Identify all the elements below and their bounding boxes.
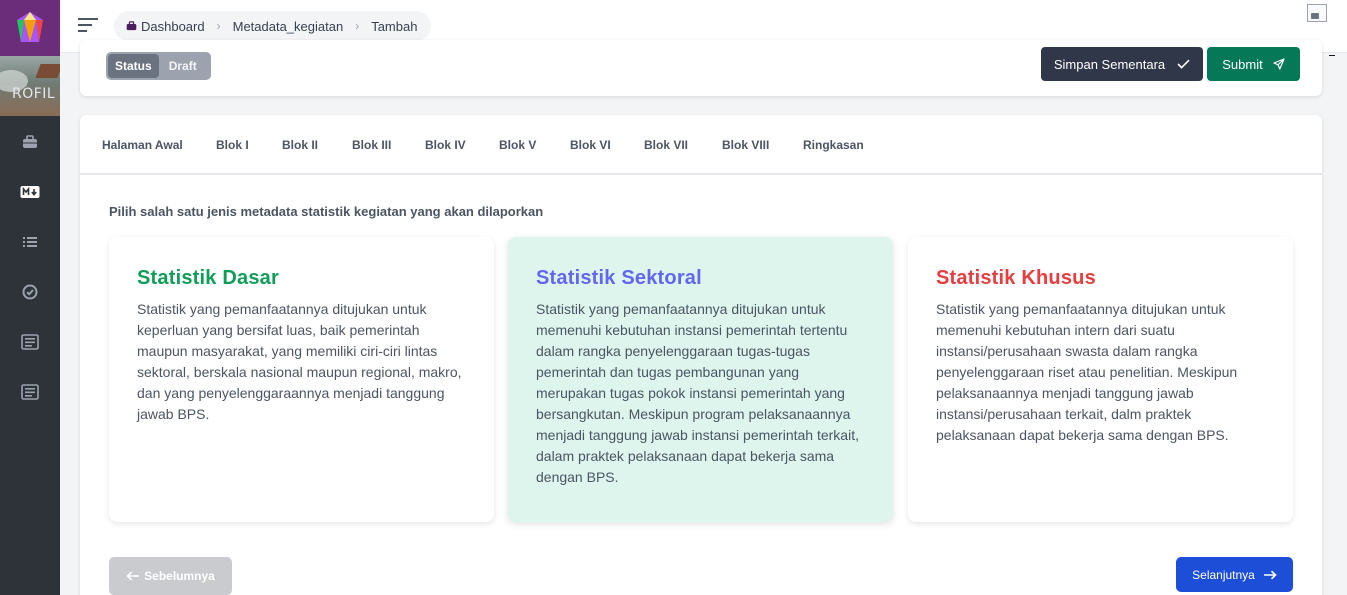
- previous-label: Sebelumnya: [144, 569, 215, 583]
- sidebar-item-briefcase[interactable]: [0, 127, 60, 157]
- submit-label: Submit: [1222, 56, 1263, 72]
- tab-blok-i[interactable]: Blok I: [216, 138, 249, 152]
- arrow-right-icon: [1263, 570, 1277, 579]
- banner-text: ROFIL: [12, 86, 56, 102]
- option-description: Statistik yang pemanfaatannya ditujukan …: [536, 301, 859, 485]
- option-description: Statistik yang pemanfaatannya ditujukan …: [936, 301, 1238, 443]
- option-statistik-sektoral[interactable]: Statistik Sektoral Statistik yang pemanf…: [508, 237, 893, 522]
- option-description: Statistik yang pemanfaatannya ditujukan …: [137, 301, 462, 422]
- tab-blok-v[interactable]: Blok V: [499, 138, 536, 152]
- previous-button[interactable]: Sebelumnya: [109, 557, 232, 595]
- document-icon: [21, 384, 39, 400]
- arrow-left-icon: [126, 571, 140, 581]
- status-label: Status: [108, 54, 159, 78]
- option-title: Statistik Sektoral: [536, 267, 702, 289]
- tab-blok-iii[interactable]: Blok III: [352, 138, 391, 152]
- briefcase-icon: [23, 135, 37, 148]
- app-logo[interactable]: [0, 0, 60, 56]
- broken-image-icon: [1311, 13, 1319, 19]
- tab-blok-viii[interactable]: Blok VIII: [722, 138, 769, 152]
- tab-blok-ii[interactable]: Blok II: [282, 138, 318, 152]
- send-icon: [1273, 58, 1285, 70]
- sidebar-item-list[interactable]: [0, 227, 60, 257]
- tab-ringkasan[interactable]: Ringkasan: [803, 138, 864, 152]
- submit-button[interactable]: Submit: [1207, 47, 1300, 81]
- briefcase-icon: [126, 21, 137, 31]
- gem-logo-icon: [17, 12, 43, 42]
- tab-halaman-awal[interactable]: Halaman Awal: [102, 138, 183, 152]
- chevron-right-icon: ›: [216, 19, 221, 33]
- check-circle-icon: [22, 284, 38, 300]
- option-title: Statistik Khusus: [936, 267, 1096, 289]
- sidebar-item-check[interactable]: [0, 277, 60, 307]
- option-title: Statistik Dasar: [137, 267, 279, 289]
- profile-banner[interactable]: ROFIL: [0, 56, 60, 116]
- option-statistik-dasar[interactable]: Statistik Dasar Statistik yang pemanfaat…: [109, 237, 494, 522]
- status-badge: Status Draft: [106, 52, 211, 80]
- breadcrumb: Dashboard › Metadata_kegiatan › Tambah: [114, 11, 432, 41]
- save-draft-label: Simpan Sementara: [1053, 56, 1166, 72]
- status-value: Draft: [168, 59, 197, 73]
- breadcrumb-item-metadata-kegiatan[interactable]: Metadata_kegiatan: [233, 19, 344, 34]
- breadcrumb-item-dashboard[interactable]: Dashboard: [141, 19, 205, 34]
- save-draft-button[interactable]: Simpan Sementara: [1041, 47, 1203, 81]
- hamburger-menu-icon[interactable]: [78, 18, 98, 32]
- sidebar-item-document-2[interactable]: [0, 377, 60, 407]
- tab-blok-vi[interactable]: Blok VI: [570, 138, 611, 152]
- instruction-text: Pilih salah satu jenis metadata statisti…: [109, 204, 544, 219]
- tab-blok-vii[interactable]: Blok VII: [644, 138, 688, 152]
- user-avatar[interactable]: [1307, 4, 1327, 22]
- sidebar-item-markdown[interactable]: [0, 177, 60, 207]
- check-icon: [1177, 59, 1190, 69]
- breadcrumb-item-tambah: Tambah: [371, 18, 418, 34]
- sidebar: ROFIL: [0, 0, 60, 595]
- markdown-icon: [20, 186, 40, 198]
- status-card: Status Draft Simpan Sementara Submit: [80, 40, 1322, 96]
- next-button[interactable]: Selanjutnya: [1176, 557, 1293, 592]
- document-icon: [21, 334, 39, 350]
- list-icon: [23, 237, 37, 247]
- next-label: Selanjutnya: [1192, 567, 1255, 582]
- sidebar-item-document-1[interactable]: [0, 327, 60, 357]
- option-statistik-khusus[interactable]: Statistik Khusus Statistik yang pemanfaa…: [908, 237, 1293, 522]
- divider: [1329, 55, 1335, 56]
- banner-decoration: [35, 64, 60, 78]
- main-card: Halaman Awal Blok I Blok II Blok III Blo…: [80, 115, 1322, 595]
- chevron-right-icon: ›: [355, 19, 360, 33]
- tab-blok-iv[interactable]: Blok IV: [425, 138, 466, 152]
- block-tabs: Halaman Awal Blok I Blok II Blok III Blo…: [80, 115, 1322, 175]
